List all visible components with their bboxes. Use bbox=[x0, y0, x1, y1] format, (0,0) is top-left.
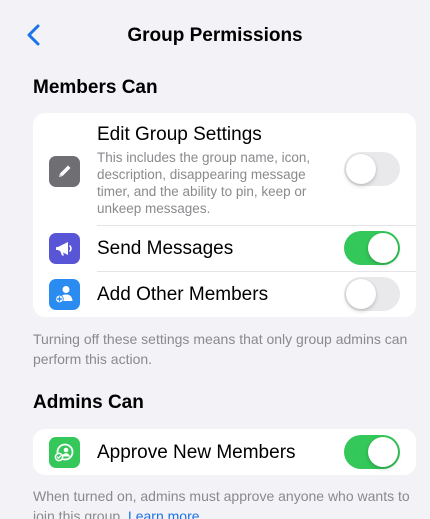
navigation-bar: Group Permissions bbox=[0, 0, 430, 70]
megaphone-icon bbox=[49, 233, 80, 264]
toggle-knob bbox=[346, 154, 376, 184]
toggle-knob bbox=[368, 437, 398, 467]
members-section-header: Members Can bbox=[33, 77, 158, 98]
send-messages-row: Send Messages bbox=[33, 226, 416, 271]
admins-permissions-card: Approve New Members bbox=[33, 429, 416, 475]
approve-members-icon bbox=[49, 437, 80, 468]
send-messages-toggle[interactable] bbox=[344, 231, 400, 265]
learn-more-link[interactable]: Learn more bbox=[128, 508, 200, 519]
toggle-knob bbox=[346, 279, 376, 309]
admins-footnote-text: When turned on, admins must approve anyo… bbox=[33, 488, 410, 519]
edit-group-settings-toggle[interactable] bbox=[344, 152, 400, 186]
pencil-icon bbox=[49, 156, 80, 187]
group-permissions-screen: Group Permissions Members Can Edit Group… bbox=[0, 0, 430, 519]
add-member-icon bbox=[49, 279, 80, 310]
toggle-knob bbox=[368, 233, 398, 263]
members-section-footnote: Turning off these settings means that on… bbox=[33, 331, 408, 367]
admins-section-header: Admins Can bbox=[33, 392, 144, 413]
add-other-members-row: Add Other Members bbox=[33, 272, 416, 317]
send-messages-label: Send Messages bbox=[97, 238, 234, 259]
members-permissions-card: Edit Group Settings This includes the gr… bbox=[33, 113, 416, 317]
edit-group-settings-label: Edit Group Settings bbox=[97, 124, 262, 145]
add-other-members-toggle[interactable] bbox=[344, 277, 400, 311]
page-title: Group Permissions bbox=[127, 25, 303, 46]
admins-section-footnote: When turned on, admins must approve anyo… bbox=[33, 486, 418, 519]
add-other-members-label: Add Other Members bbox=[97, 284, 269, 305]
approve-new-members-toggle[interactable] bbox=[344, 435, 400, 469]
approve-new-members-row: Approve New Members bbox=[33, 429, 416, 475]
edit-group-settings-row: Edit Group Settings This includes the gr… bbox=[33, 113, 416, 225]
edit-group-settings-description: This includes the group name, icon, desc… bbox=[97, 150, 311, 216]
approve-new-members-label: Approve New Members bbox=[97, 442, 296, 463]
